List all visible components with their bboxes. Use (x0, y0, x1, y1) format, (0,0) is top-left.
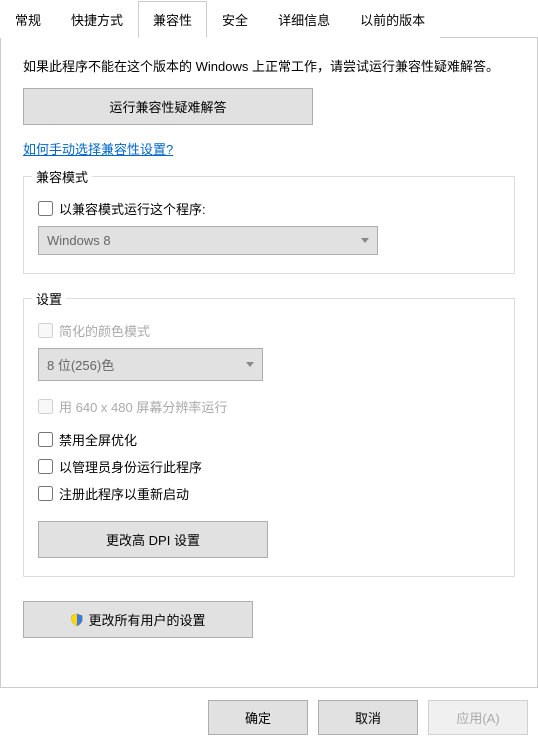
tab-security[interactable]: 安全 (207, 1, 263, 38)
compatibility-mode-group: 兼容模式 以兼容模式运行这个程序: Windows 8 (23, 176, 515, 274)
resolution-640x480-checkbox (38, 399, 53, 414)
compat-mode-value: Windows 8 (47, 233, 111, 248)
disable-fullscreen-label: 禁用全屏优化 (59, 430, 137, 449)
tab-general[interactable]: 常规 (0, 1, 56, 38)
shield-icon (70, 613, 84, 627)
register-restart-checkbox[interactable] (38, 486, 53, 501)
settings-group: 设置 简化的颜色模式 8 位(256)色 用 640 x 480 屏幕分辨率运行… (23, 298, 515, 577)
run-troubleshooter-button[interactable]: 运行兼容性疑难解答 (23, 88, 313, 125)
chevron-down-icon (361, 238, 369, 243)
run-as-admin-label: 以管理员身份运行此程序 (59, 457, 202, 476)
change-all-users-button[interactable]: 更改所有用户的设置 (23, 601, 253, 638)
ok-button[interactable]: 确定 (208, 700, 308, 735)
reduced-color-label: 简化的颜色模式 (59, 321, 150, 340)
change-dpi-button[interactable]: 更改高 DPI 设置 (38, 521, 268, 558)
manual-settings-link[interactable]: 如何手动选择兼容性设置? (23, 139, 173, 158)
compat-mode-label: 以兼容模式运行这个程序: (59, 199, 206, 218)
cancel-button[interactable]: 取消 (318, 700, 418, 735)
chevron-down-icon (246, 362, 254, 367)
disable-fullscreen-checkbox[interactable] (38, 432, 53, 447)
compat-mode-select[interactable]: Windows 8 (38, 226, 378, 255)
description-text: 如果此程序不能在这个版本的 Windows 上正常工作，请尝试运行兼容性疑难解答… (23, 56, 515, 78)
tab-previous-versions[interactable]: 以前的版本 (345, 1, 440, 38)
resolution-640x480-label: 用 640 x 480 屏幕分辨率运行 (59, 397, 227, 416)
tab-shortcut[interactable]: 快捷方式 (56, 1, 138, 38)
dialog-footer: 确定 取消 应用(A) (0, 688, 538, 735)
apply-button[interactable]: 应用(A) (428, 700, 528, 735)
color-mode-value: 8 位(256)色 (47, 355, 114, 374)
tab-compatibility[interactable]: 兼容性 (138, 1, 207, 38)
color-mode-select: 8 位(256)色 (38, 348, 263, 381)
run-as-admin-checkbox[interactable] (38, 459, 53, 474)
compatibility-panel: 如果此程序不能在这个版本的 Windows 上正常工作，请尝试运行兼容性疑难解答… (0, 38, 538, 688)
compat-mode-checkbox[interactable] (38, 201, 53, 216)
tab-bar: 常规 快捷方式 兼容性 安全 详细信息 以前的版本 (0, 0, 538, 38)
compatibility-mode-title: 兼容模式 (32, 167, 92, 186)
settings-group-title: 设置 (32, 289, 66, 308)
register-restart-label: 注册此程序以重新启动 (59, 484, 189, 503)
reduced-color-checkbox (38, 323, 53, 338)
tab-details[interactable]: 详细信息 (263, 1, 345, 38)
change-all-users-label: 更改所有用户的设置 (88, 610, 205, 629)
